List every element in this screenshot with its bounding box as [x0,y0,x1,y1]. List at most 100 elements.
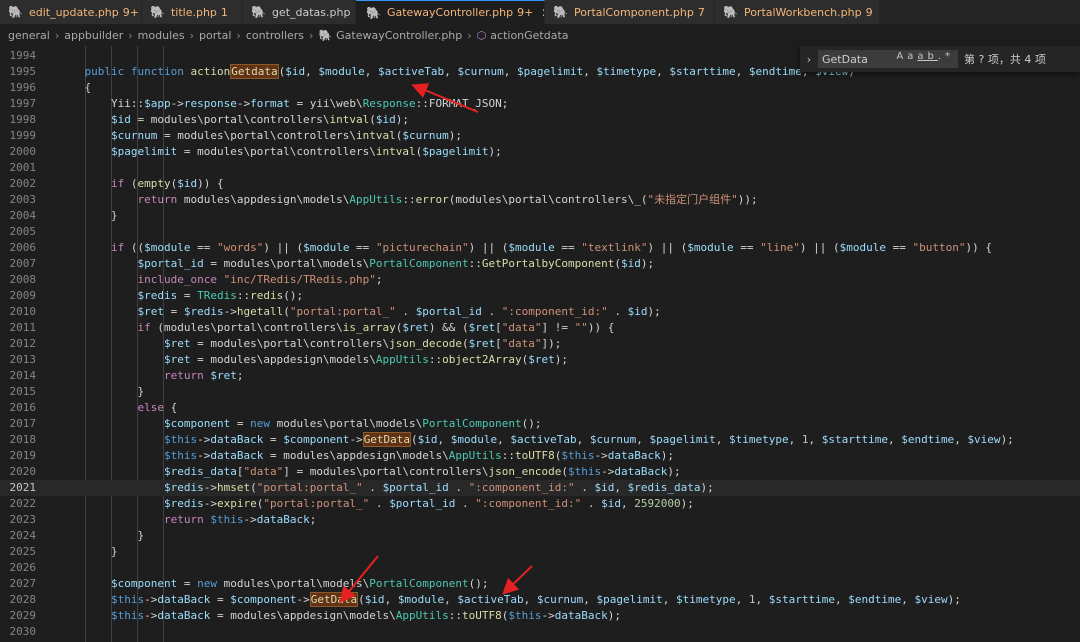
code-token: AppUtils [448,449,502,462]
code-token: , [497,433,511,446]
tab-label: PortalComponent.php [573,5,694,19]
breadcrumb-item[interactable]: portal [199,29,231,42]
tab-label: get_datas.php [271,5,351,19]
chevron-right-icon[interactable]: › [800,53,818,66]
line-number: 2029 [9,609,37,622]
code-line[interactable]: 2021 $redis->hmset("portal:portal_" . $p… [0,480,1080,496]
code-line[interactable]: 2014 return $ret; [0,368,1080,384]
tab-edit-update[interactable]: 🐘 edit_update.php 9+ [0,0,142,24]
code-line[interactable]: 2025 } [0,544,1080,560]
code-token: = yii\web\ [289,97,363,110]
code-token: , [583,593,597,606]
code-token: if [110,177,125,190]
code-line[interactable]: 2027 $component = new modules\portal\mod… [0,576,1080,592]
code-token: Getdata [230,64,279,79]
breadcrumb-item[interactable]: general [8,29,50,42]
code-line[interactable]: 2007 $portal_id = modules\portal\models\… [0,256,1080,272]
code-token: ) || ( [263,241,304,254]
code-line[interactable]: 2004 } [0,208,1080,224]
code-line[interactable]: 2018 $this->dataBack = $component->GetDa… [0,432,1080,448]
problem-count: 7 [697,5,705,19]
code-line[interactable]: 2008 include_once "inc/TRedis/TRedis.php… [0,272,1080,288]
code-token: ; [309,513,317,526]
code-line[interactable]: 2006 if (($module == "words") || ($modul… [0,240,1080,256]
code-token: , [503,65,518,78]
code-token: , [384,593,398,606]
breadcrumb-item[interactable]: GatewayController.php [336,29,462,42]
code-line[interactable]: 2022 $redis->expire("portal:portal_" . $… [0,496,1080,512]
code-line[interactable]: 2028 $this->dataBack = $component->GetDa… [0,592,1080,608]
code-line[interactable]: 2019 $this->dataBack = modules\appdesign… [0,448,1080,464]
code-line[interactable]: 2015 } [0,384,1080,400]
breadcrumb-item[interactable]: controllers [246,29,304,42]
tab-portal-component[interactable]: 🐘 PortalComponent.php 7 [545,0,715,24]
code-token: $component [283,433,350,446]
code-token: = [263,433,284,446]
code-line[interactable]: 2026 [0,560,1080,576]
code-line[interactable]: 1996 { [0,80,1080,96]
code-line[interactable]: 2003 return modules\appdesign\models\App… [0,192,1080,208]
code-line[interactable]: 2011 if (modules\portal\controllers\is_a… [0,320,1080,336]
match-whole-word-icon[interactable]: ab [917,51,937,62]
chevron-right-icon: › [236,28,241,42]
code-text: $pagelimit = modules\portal\controllers\… [58,144,502,160]
code-token: $ret [163,337,191,350]
match-case-icon[interactable]: Aa [896,51,917,62]
code-line[interactable]: 2024 } [0,528,1080,544]
line-number: 2020 [9,465,37,478]
code-line[interactable]: 2000 $pagelimit = modules\portal\control… [0,144,1080,160]
code-line[interactable]: 1997 Yii::$app->response->format = yii\w… [0,96,1080,112]
code-token: empty [137,177,171,190]
code-line[interactable]: 2023 return $this->dataBack; [0,512,1080,528]
code-token: new [250,417,270,430]
find-input[interactable]: GetData Aaab.* [818,50,958,68]
code-line[interactable]: 2009 $redis = TRedis::redis(); [0,288,1080,304]
breadcrumb-item[interactable]: modules [138,29,185,42]
code-line[interactable]: 2030 [0,624,1080,640]
code-token: intval [356,129,396,142]
tab-portal-workbench[interactable]: 🐘 PortalWorkbench.php 9 [715,0,880,24]
code-token: (( [124,241,145,254]
code-line[interactable]: 2029 $this->dataBack = modules\appdesign… [0,608,1080,624]
code-line[interactable]: 2016 else { [0,400,1080,416]
code-line[interactable]: 2002 if (empty($id)) { [0,176,1080,192]
code-line[interactable]: 1999 $curnum = modules\portal\controller… [0,128,1080,144]
code-token: action [190,65,231,78]
code-token: ( [369,113,376,126]
breadcrumb-item[interactable]: actionGetdata [490,29,568,42]
code-token: $pagelimit [649,433,716,446]
code-token: json_decode [389,337,463,350]
code-editor[interactable]: 1994 1995 public function actionGetdata($… [0,46,1080,642]
code-line[interactable]: 2010 $ret = $redis->hgetall("portal:port… [0,304,1080,320]
tab-get-datas[interactable]: 🐘 get_datas.php [243,0,356,24]
code-token: $timetype [676,593,736,606]
code-token: GetData [362,432,412,447]
code-token: . [395,305,416,318]
line-number: 2017 [9,417,37,430]
code-token: ); [395,113,410,126]
code-token: ); [1000,433,1014,446]
code-token: , [735,65,749,78]
code-token: $curnum [110,129,158,142]
code-token: ":component_id:" [475,497,582,510]
code-line[interactable]: 2013 $ret = modules\appdesign\models\App… [0,352,1080,368]
code-line[interactable]: 1998 $id = modules\portal\controllers\in… [0,112,1080,128]
code-line[interactable]: 2012 $ret = modules\portal\controllers\j… [0,336,1080,352]
tab-title[interactable]: 🐘 title.php 1 [142,0,243,24]
breadcrumb-item[interactable]: appbuilder [64,29,123,42]
regex-icon[interactable]: .* [938,51,954,62]
code-line[interactable]: 2020 $redis_data["data"] = modules\porta… [0,464,1080,480]
code-token: ); [947,593,961,606]
tab-gateway-controller[interactable]: 🐘 GatewayController.php 9+ ✕ [356,0,545,24]
code-line[interactable]: 2001 [0,160,1080,176]
code-line[interactable]: 2017 $component = new modules\portal\mod… [0,416,1080,432]
code-token: , [437,433,451,446]
code-line[interactable]: 2005 [0,224,1080,240]
code-token: } [58,209,118,222]
code-token: == [554,241,582,254]
code-token: , [523,593,537,606]
